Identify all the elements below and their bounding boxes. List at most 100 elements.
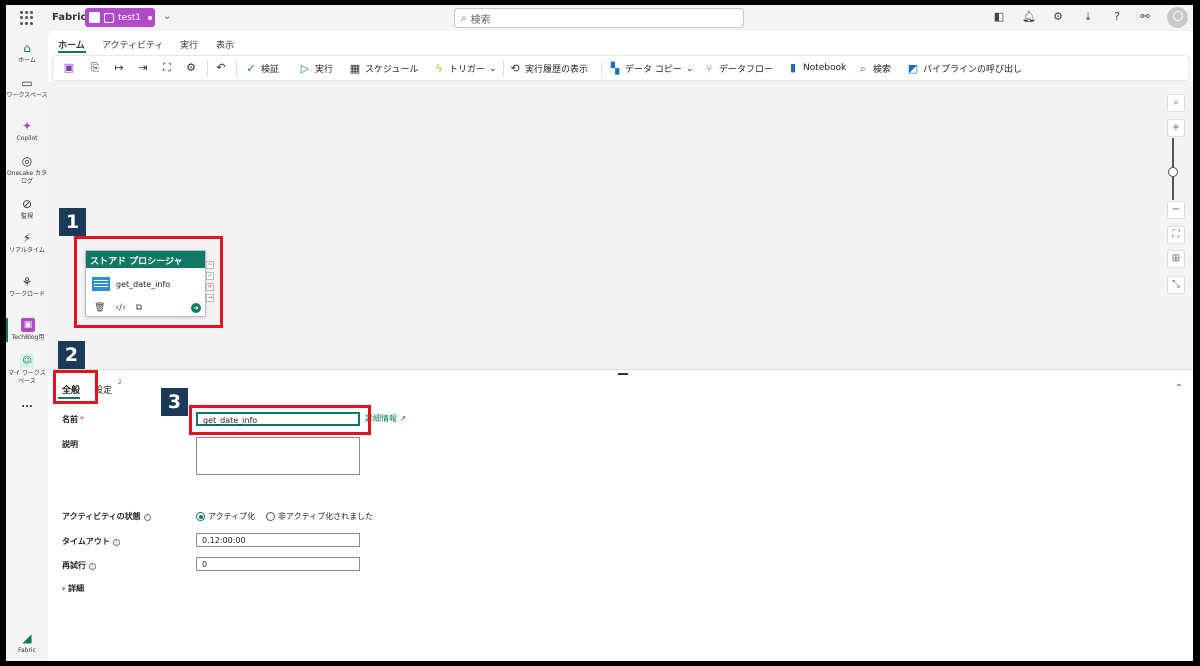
search-activity-button[interactable]: ⌕ 検索 [857,62,891,75]
state-active-radio[interactable]: アクティブ化 [196,511,255,522]
rail-item-fabric[interactable]: ◢ Fabric [6,631,48,655]
gear-icon[interactable]: ⚙ [1051,10,1065,24]
check-icon: ✓ [246,61,256,75]
undo-button[interactable]: ↶ [215,62,227,74]
download-icon[interactable]: ⤓ [1081,10,1095,24]
main-panel: ホーム アクティビティ 実行 表示 ▣ ⎘ ↦ ⇥ ⛶ ⚙ ↶ ✓ 検証 ▷ 実行 … [48,31,1193,661]
invoke-pipeline-icon: ◩ [907,61,919,75]
divider [207,61,208,77]
notebook-button[interactable]: ▮ Notebook [787,62,846,74]
dataflow-icon: ⑂ [705,61,713,75]
layout-button[interactable]: ⛶ [161,62,173,74]
dataflow-button[interactable]: ⑂ データフロー [703,62,773,75]
rail-label: TechBlog用 [11,334,45,341]
chevron-up-icon[interactable]: ⌃ [1175,383,1183,394]
run-button[interactable]: ▷ 実行 [299,62,333,75]
rail-item-realtime[interactable]: ⚡ リアルタイム [6,231,48,255]
trigger-button[interactable]: ϟ トリガー ⌄ [433,61,497,75]
app-launcher-icon[interactable] [20,11,34,25]
fit-view-icon[interactable]: ⛶ [1167,226,1185,244]
splitter-handle[interactable] [618,373,628,375]
zoom-in-icon[interactable]: + [1167,119,1185,137]
zoom-out-icon[interactable]: − [1167,201,1185,219]
rail-item-onelake[interactable]: ◎ OneLake カタログ [6,154,48,186]
canvas-search-icon[interactable]: ⌕ [1167,94,1185,112]
avatar[interactable] [1167,7,1188,28]
timeout-label-text: タイムアウト [62,537,110,546]
chevron-down-icon: ⌄ [489,63,497,74]
lightning-icon: ϟ [435,61,443,75]
invoke-pipeline-button[interactable]: ◩ パイプラインの呼び出し [907,62,1022,75]
advanced-toggle[interactable]: › 詳細 [62,583,84,594]
share-icon[interactable]: ⚯ [1138,10,1152,24]
rail-label: ワークロード [8,291,45,298]
retry-field[interactable]: 0 [196,557,360,571]
brand-label[interactable]: Fabric [52,12,86,23]
schedule-button[interactable]: ▦ スケジュール [349,61,419,75]
settings-error-count: 2 [118,379,122,386]
state-inactive-label: 非アクティブ化されました [278,512,374,521]
tab-home[interactable]: ホーム [58,38,85,51]
realtime-icon: ⚡ [22,231,32,245]
step-badge-1: 1 [59,208,86,236]
divider [236,61,237,77]
save-as-button[interactable]: ⎘ [89,62,101,74]
retry-label-text: 再試行 [62,561,86,570]
panel-splitter[interactable] [48,369,1193,377]
tab-view[interactable]: 表示 [216,38,234,51]
activity-state-label-text: アクティビティの状態 [62,512,141,521]
info-icon[interactable]: i [143,514,151,521]
info-icon[interactable]: i [112,539,120,546]
rail-item-workload[interactable]: ⚘ ワークロード [6,275,48,299]
tab-activities[interactable]: アクティビティ [102,38,163,51]
chevron-down-icon[interactable]: ⌄ [163,11,171,22]
workspace-name: test1 [118,12,142,23]
rail-item-my-workspace[interactable]: ☺ マイ ワークスペース [6,354,48,386]
rail-item-techblog[interactable]: ▣ TechBlog用 [6,318,48,342]
external-link-icon: ↗ [399,414,407,423]
app-window: Fabric test1 ⌄ ⌕ 検索 ◧ 🔔︎ ⚙ ⤓ ? ⚯ ⌂ ホーム ▭… [6,5,1193,661]
panel-toggle-icon[interactable]: ◧ [992,10,1006,24]
search-input[interactable]: ⌕ 検索 [454,8,744,28]
rail-item-home[interactable]: ⌂ ホーム [6,41,48,65]
info-icon[interactable]: i [89,563,96,570]
step-end-button[interactable]: ⇥ [137,62,149,74]
play-icon: ▷ [300,61,310,75]
tab-run[interactable]: 実行 [180,38,198,51]
settings-button[interactable]: ⚙ [185,62,197,74]
monitor-icon: ⊘ [21,197,33,211]
top-bar: Fabric test1 ⌄ ⌕ 検索 ◧ 🔔︎ ⚙ ⤓ ? ⚯ [6,5,1193,31]
view-history-button[interactable]: ⟲ 実行履歴の表示 [509,62,588,75]
advanced-label: 詳細 [68,584,85,593]
collapse-view-icon[interactable]: ⤡ [1167,276,1185,294]
save-button[interactable]: ▣ [63,62,75,74]
step-badge-2: 2 [58,341,85,369]
rail-label: ワークスペース [6,92,48,99]
workspace-pill[interactable]: test1 [85,8,155,27]
state-inactive-radio[interactable]: 非アクティブ化されました [266,511,373,522]
auto-align-icon[interactable]: ⊞ [1167,250,1185,268]
step-in-button[interactable]: ↦ [113,62,125,74]
rail-more[interactable]: ... [6,400,48,410]
rail-item-monitor[interactable]: ⊘ 監視 [6,197,48,221]
main-tabs: ホーム アクティビティ 実行 表示 [48,31,1193,55]
search-label: 検索 [873,65,892,75]
dataflow-label: データフロー [719,65,774,75]
timeout-field[interactable]: 0.12:00:00 [196,533,360,547]
copy-data-button[interactable]: ▚ データ コピー ⌄ [609,62,694,75]
rail-item-workspace[interactable]: ▭ ワークスペース [6,76,48,100]
fabric-logo-icon: ◢ [22,631,32,645]
description-field[interactable] [196,437,360,475]
help-icon[interactable]: ? [1110,10,1124,24]
chevron-down-icon: ⌄ [685,63,694,74]
activity-state-label: アクティビティの状態 i [62,511,151,522]
more-info-link[interactable]: 詳細情報 ↗ [365,413,406,424]
copilot-icon: ✦ [21,119,33,133]
calendar-icon: ▦ [349,61,361,75]
arrow-right-icon: ↦ [114,61,124,74]
rail-item-copilot[interactable]: ✦ Copilot [6,119,48,143]
validate-label: 検証 [261,65,280,75]
validate-button[interactable]: ✓ 検証 [245,62,279,75]
bell-icon[interactable]: 🔔︎ [1022,10,1036,24]
zoom-slider-handle[interactable] [1168,167,1178,177]
